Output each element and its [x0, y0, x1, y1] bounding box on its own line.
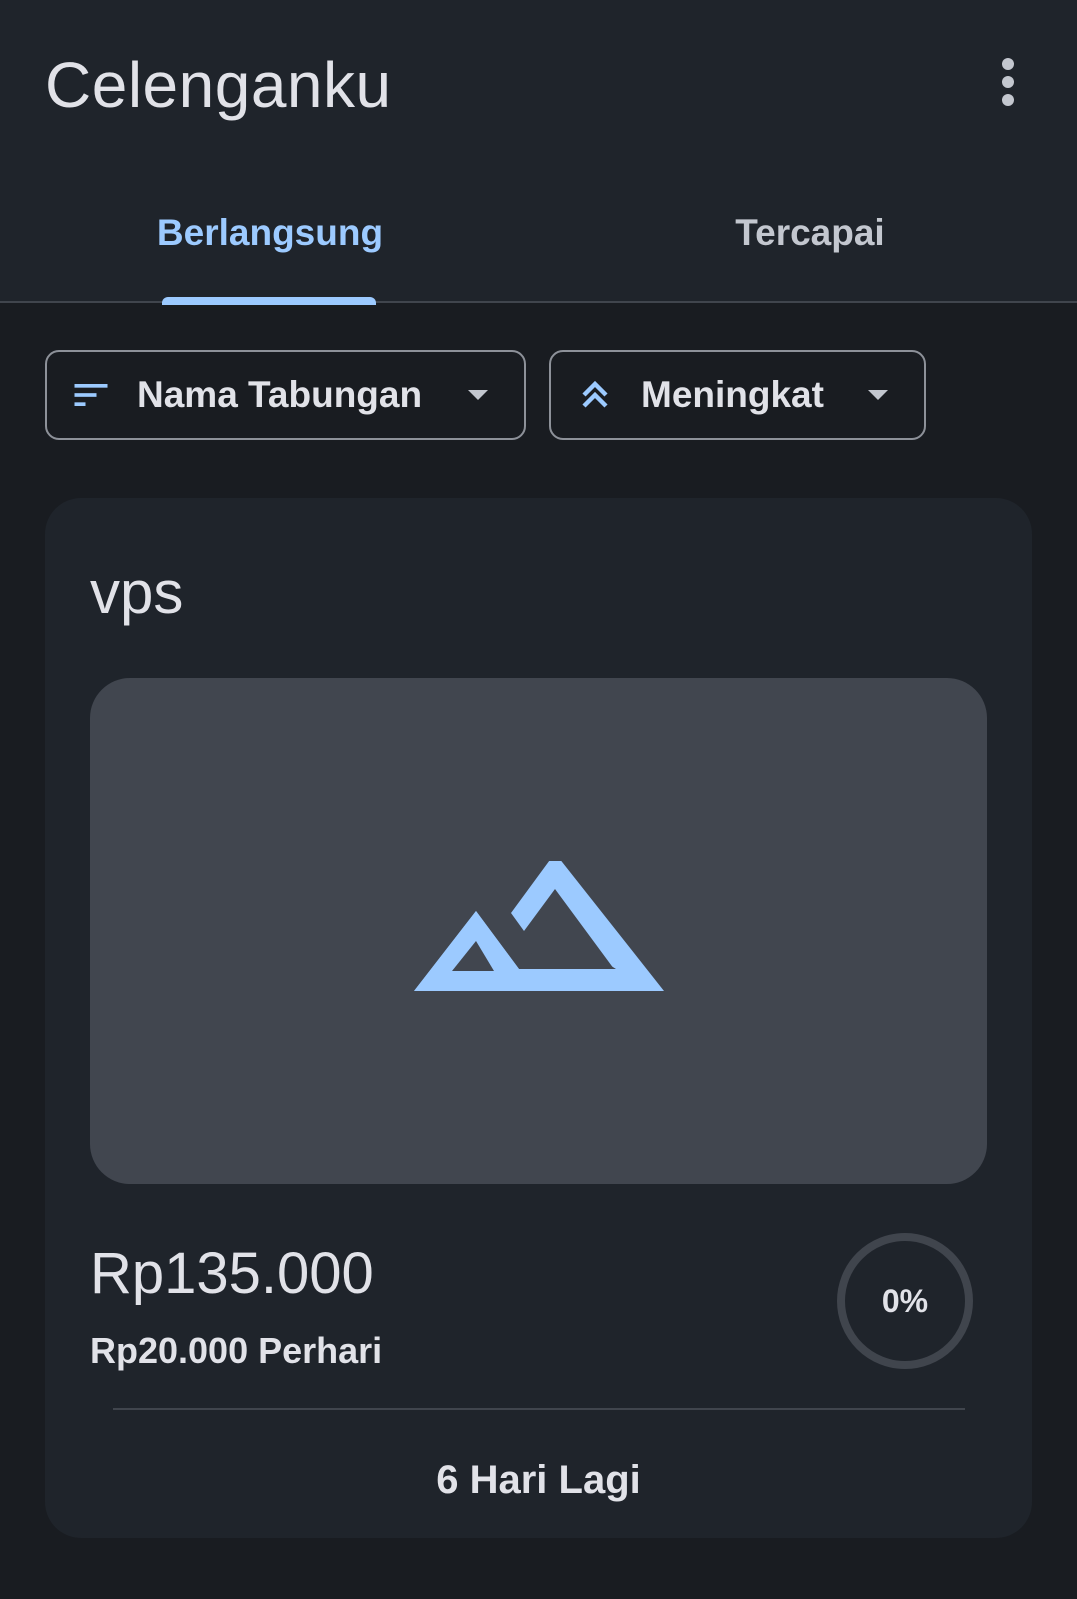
savings-image [90, 678, 987, 1184]
progress-ring: 0% [835, 1231, 975, 1371]
days-left: 6 Hari Lagi [436, 1458, 641, 1502]
per-day-amount: Rp20.000 Perhari [90, 1330, 383, 1371]
progress-percent: 0% [881, 1282, 929, 1319]
target-amount: Rp135.000 [90, 1241, 374, 1306]
tab-tercapai[interactable]: Tercapai [660, 212, 960, 272]
savings-card[interactable]: vps Rp135.000 Rp20.000 Perhari 0% 6 Hari… [45, 498, 1032, 1538]
more-options-icon[interactable] [990, 52, 1026, 112]
double-chevron-up-icon [582, 380, 608, 408]
order-dropdown[interactable]: Meningkat [549, 350, 926, 440]
dropdown-arrow-icon [868, 390, 888, 400]
active-tab-indicator [162, 297, 376, 305]
tab-berlangsung[interactable]: Berlangsung [130, 212, 410, 272]
order-label: Meningkat [641, 374, 824, 415]
sort-by-dropdown[interactable]: Nama Tabungan [45, 350, 526, 440]
divider [113, 1408, 965, 1410]
savings-name: vps [90, 559, 184, 626]
top-app-bar: Celenganku Berlangsung Tercapai [0, 0, 1077, 305]
app-title: Celenganku [45, 49, 392, 121]
image-placeholder-icon [413, 861, 664, 991]
sort-by-label: Nama Tabungan [137, 374, 423, 415]
dropdown-arrow-icon [468, 390, 488, 400]
sort-icon [74, 384, 108, 406]
